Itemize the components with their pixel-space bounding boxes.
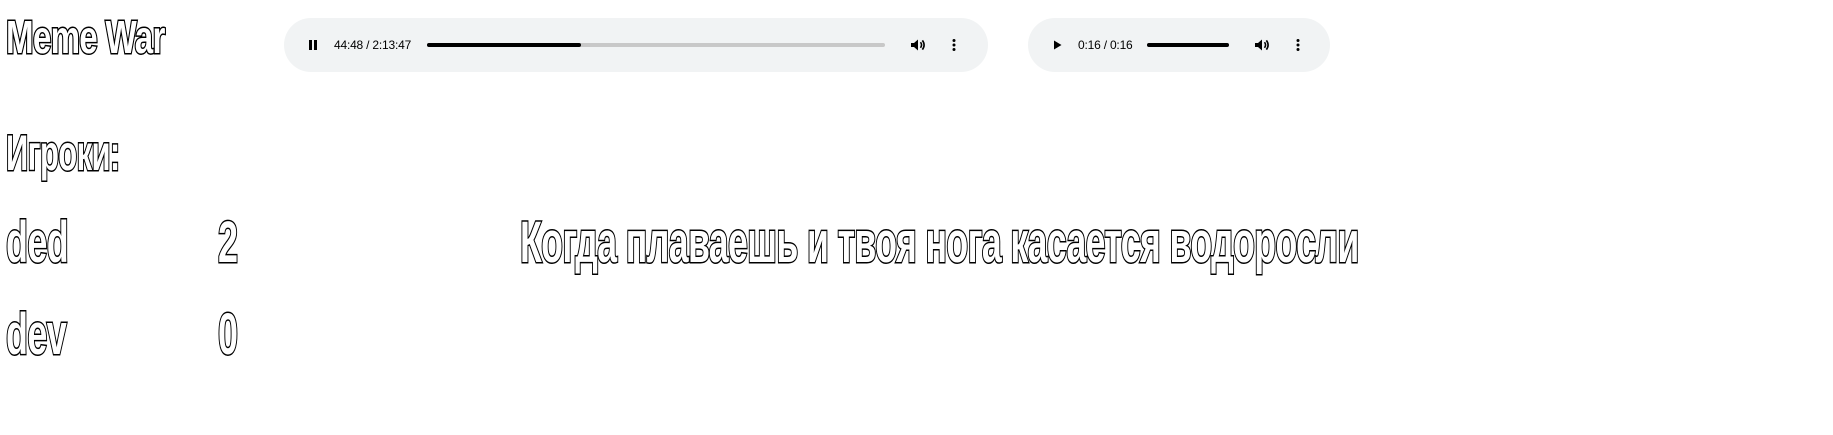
- audio-progress-fill: [1146, 43, 1229, 47]
- more-options-icon[interactable]: [1287, 34, 1309, 56]
- play-icon[interactable]: [1046, 34, 1068, 56]
- player-score: 0: [217, 302, 239, 367]
- audio-time-display: 44:48 / 2:13:47: [334, 38, 412, 52]
- pause-icon[interactable]: [302, 34, 324, 56]
- audio-progress-bar[interactable]: [1146, 43, 1229, 47]
- volume-icon[interactable]: [907, 34, 929, 56]
- more-options-icon[interactable]: [943, 34, 965, 56]
- page-title: Meme War: [5, 11, 167, 63]
- audio-player-sound[interactable]: 0:16 / 0:16: [1028, 18, 1330, 72]
- players-heading: Игроки:: [5, 125, 121, 181]
- audio-time-display: 0:16 / 0:16: [1078, 38, 1133, 52]
- volume-icon[interactable]: [1251, 34, 1273, 56]
- audio-player-music[interactable]: 44:48 / 2:13:47: [284, 18, 988, 72]
- player-name: ded: [5, 210, 70, 275]
- player-name: dev: [5, 302, 68, 367]
- audio-progress-bar[interactable]: [427, 43, 886, 47]
- player-score: 2: [217, 210, 239, 275]
- audio-progress-fill: [427, 43, 581, 47]
- meme-caption: Когда плаваешь и твоя нога касается водо…: [519, 210, 1360, 275]
